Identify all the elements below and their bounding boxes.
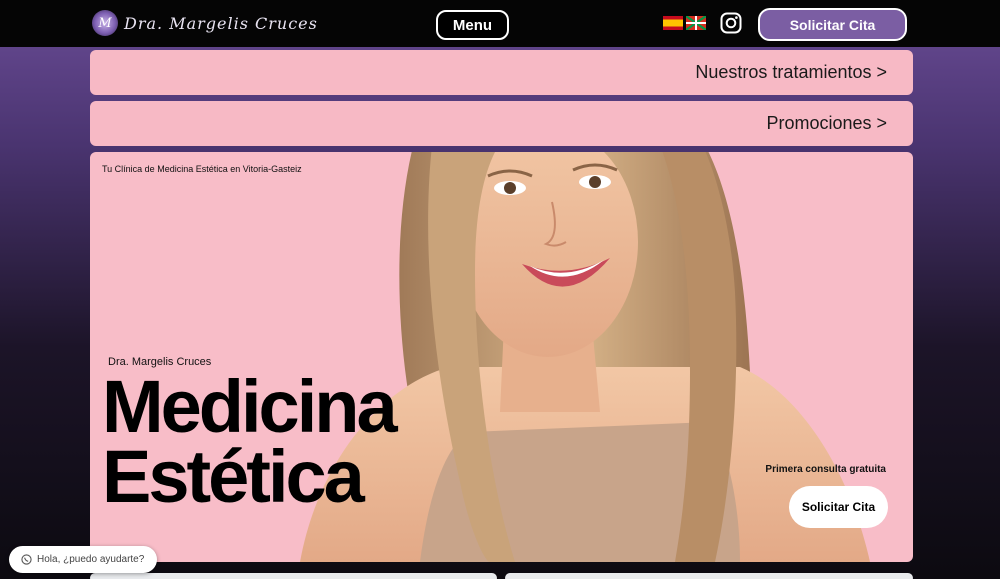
bottom-card-left	[90, 573, 497, 579]
treatments-link-label: Nuestros tratamientos >	[695, 62, 887, 82]
free-consultation-text: Primera consulta gratuita	[765, 464, 886, 475]
hero-request-appointment-button[interactable]: Solicitar Cita	[789, 486, 888, 528]
request-appointment-button[interactable]: Solicitar Cita	[758, 8, 907, 41]
hero-title: Medicina Estética	[102, 365, 398, 518]
treatments-link[interactable]: Nuestros tratamientos >	[90, 50, 913, 95]
instagram-icon[interactable]	[720, 12, 742, 34]
bottom-card-right	[505, 573, 913, 579]
whatsapp-icon	[21, 554, 32, 565]
logo-text: Dra. Margelis Cruces	[124, 13, 318, 33]
hero-title-line2: Estética	[102, 435, 365, 518]
promotions-link-label: Promociones >	[766, 113, 887, 133]
logo[interactable]: M Dra. Margelis Cruces	[92, 9, 318, 37]
menu-button[interactable]: Menu	[436, 10, 509, 40]
hero-tagline: Tu Clínica de Medicina Estética en Vitor…	[102, 164, 302, 174]
hero-title-line1: Medicina	[102, 365, 398, 448]
whatsapp-chat-button[interactable]: Hola, ¿puedo ayudarte?	[9, 546, 157, 573]
top-navbar: M Dra. Margelis Cruces Menu Solicitar Ci…	[0, 0, 1000, 47]
promotions-link[interactable]: Promociones >	[90, 101, 913, 146]
logo-mark-icon: M	[92, 10, 118, 36]
eu-flag-icon[interactable]	[686, 16, 706, 30]
hero-section: Tu Clínica de Medicina Estética en Vitor…	[90, 152, 913, 562]
whatsapp-chat-label: Hola, ¿puedo ayudarte?	[37, 554, 145, 565]
es-flag-icon[interactable]	[663, 16, 683, 30]
